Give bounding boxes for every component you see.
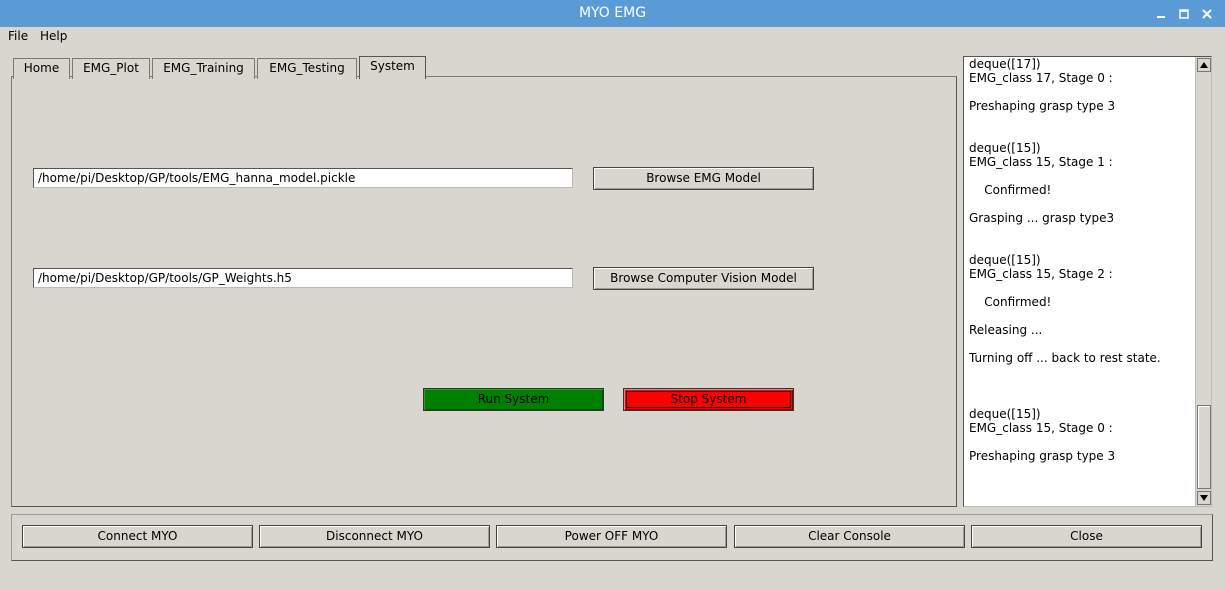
- console-line: Grasping ... grasp type3: [969, 211, 1115, 225]
- console-line: EMG_class 17, Stage 0 :: [969, 71, 1113, 85]
- window-title: MYO EMG: [578, 5, 647, 21]
- console-text: deque([17]) EMG_class 17, Stage 0 : Presha…: [969, 57, 1194, 506]
- menu-help[interactable]: Help: [40, 29, 67, 43]
- tab-system[interactable]: System: [359, 56, 426, 79]
- console-line: EMG_class 15, Stage 2 :: [969, 267, 1113, 281]
- scroll-thumb[interactable]: [1197, 405, 1211, 489]
- console-line: deque([17]): [969, 57, 1041, 71]
- system-tab-panel: [11, 76, 957, 507]
- close-icon[interactable]: [1196, 0, 1218, 27]
- console-line: deque([15]): [969, 253, 1041, 267]
- stop-system-button[interactable]: Stop System: [623, 388, 794, 411]
- power-off-myo-button[interactable]: Power OFF MYO: [496, 525, 727, 548]
- title-bar: MYO EMG: [0, 0, 1225, 27]
- console-line: deque([15]): [969, 141, 1041, 155]
- menu-file[interactable]: File: [8, 29, 28, 43]
- close-button[interactable]: Close: [971, 525, 1202, 548]
- tab-emg-plot[interactable]: EMG_Plot: [72, 58, 150, 79]
- scroll-up-icon[interactable]: [1197, 58, 1211, 72]
- console-line: Confirmed!: [969, 295, 1052, 309]
- console-line: Confirmed!: [969, 183, 1052, 197]
- console-line: EMG_class 15, Stage 1 :: [969, 155, 1113, 169]
- console-line: EMG_class 15, Stage 0 :: [969, 421, 1113, 435]
- menu-bar: File Help: [0, 27, 1225, 47]
- tab-emg-testing[interactable]: EMG_Testing: [257, 58, 357, 79]
- console-line: deque([15]): [969, 407, 1041, 421]
- disconnect-myo-button[interactable]: Disconnect MYO: [259, 525, 490, 548]
- tab-emg-training[interactable]: EMG_Training: [152, 58, 255, 79]
- cv-model-path-input[interactable]: [33, 268, 573, 288]
- emg-model-path-input[interactable]: [33, 168, 573, 188]
- clear-console-button[interactable]: Clear Console: [734, 525, 965, 548]
- console-line: Preshaping grasp type 3: [969, 449, 1116, 463]
- connect-myo-button[interactable]: Connect MYO: [22, 525, 253, 548]
- minimize-icon[interactable]: [1150, 0, 1172, 27]
- browse-cv-model-button[interactable]: Browse Computer Vision Model: [593, 267, 814, 290]
- console-line: Releasing ...: [969, 323, 1043, 337]
- console-scrollbar[interactable]: [1195, 57, 1211, 506]
- browse-emg-model-button[interactable]: Browse EMG Model: [593, 167, 814, 190]
- scroll-down-icon[interactable]: [1197, 491, 1211, 505]
- console-line: Turning off ... back to rest state.: [969, 351, 1161, 365]
- run-system-button[interactable]: Run System: [423, 388, 604, 411]
- tab-home[interactable]: Home: [13, 58, 70, 79]
- console-output[interactable]: deque([17]) EMG_class 17, Stage 0 : Presha…: [963, 56, 1212, 507]
- maximize-icon[interactable]: [1173, 0, 1195, 27]
- console-line: Preshaping grasp type 3: [969, 99, 1116, 113]
